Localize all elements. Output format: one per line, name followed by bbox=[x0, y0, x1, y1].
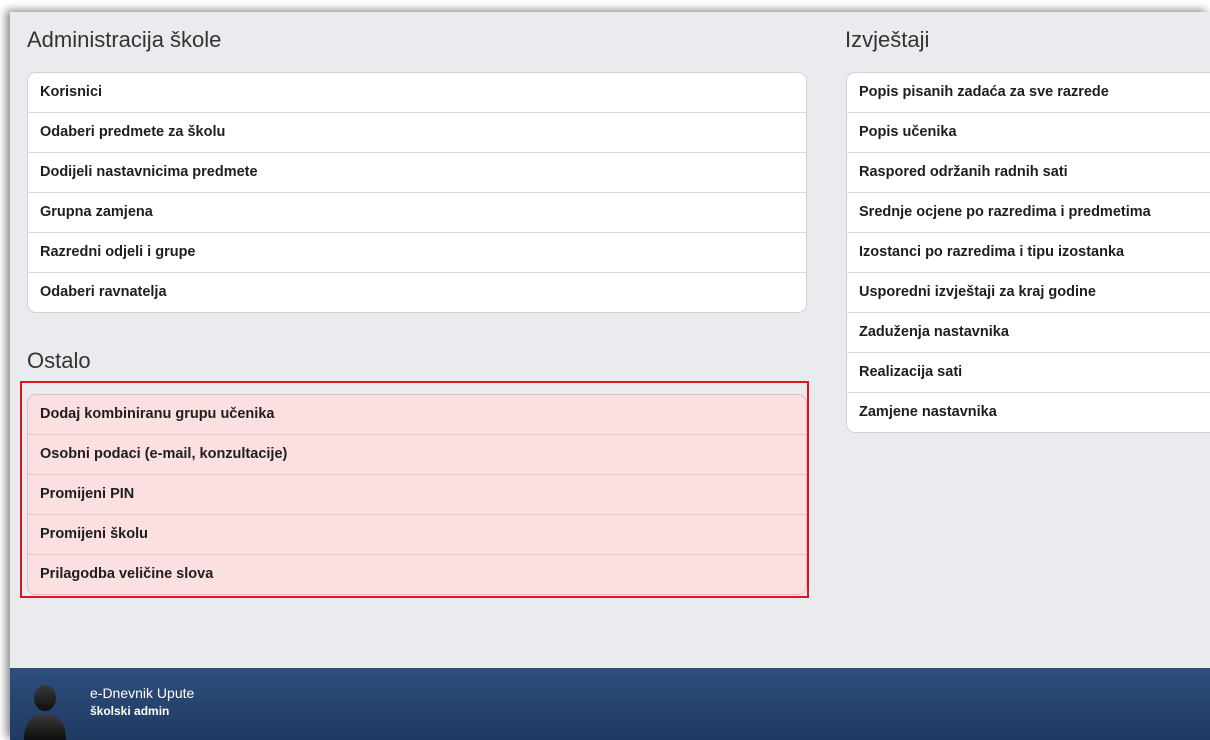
ostalo-item-promijeni-skolu[interactable]: Promijeni školu bbox=[28, 515, 806, 555]
report-item-zamjene-nastavnika[interactable]: Zamjene nastavnika bbox=[847, 393, 1210, 432]
report-item-realizacija-sati[interactable]: Realizacija sati bbox=[847, 353, 1210, 393]
admin-item-dodijeli-predmete[interactable]: Dodijeli nastavnicima predmete bbox=[28, 153, 806, 193]
reports-menu-list: Popis pisanih zadaća za sve razrede Popi… bbox=[846, 72, 1210, 433]
ostalo-menu-list: Dodaj kombiniranu grupu učenika Osobni p… bbox=[27, 394, 807, 595]
report-item-zaduzenja[interactable]: Zaduženja nastavnika bbox=[847, 313, 1210, 353]
ostalo-item-kombinirana-grupa[interactable]: Dodaj kombiniranu grupu učenika bbox=[28, 395, 806, 435]
admin-item-odaberi-ravnatelja[interactable]: Odaberi ravnatelja bbox=[28, 273, 806, 312]
ostalo-item-osobni-podaci[interactable]: Osobni podaci (e-mail, konzultacije) bbox=[28, 435, 806, 475]
report-item-usporedni-izvjestaji[interactable]: Usporedni izvještaji za kraj godine bbox=[847, 273, 1210, 313]
main-panel: Administracija škole Korisnici Odaberi p… bbox=[10, 12, 1210, 740]
admin-item-grupna-zamjena[interactable]: Grupna zamjena bbox=[28, 193, 806, 233]
report-item-pisane-zadace[interactable]: Popis pisanih zadaća za sve razrede bbox=[847, 73, 1210, 113]
admin-item-odaberi-predmete[interactable]: Odaberi predmete za školu bbox=[28, 113, 806, 153]
admin-item-razredni-odjeli[interactable]: Razredni odjeli i grupe bbox=[28, 233, 806, 273]
user-avatar-icon[interactable] bbox=[22, 682, 68, 740]
ostalo-item-promijeni-pin[interactable]: Promijeni PIN bbox=[28, 475, 806, 515]
admin-section-title: Administracija škole bbox=[27, 27, 222, 52]
user-role-label: školski admin bbox=[90, 704, 170, 718]
footer-bar: e-Dnevnik Upute školski admin bbox=[10, 668, 1210, 740]
ostalo-section-title: Ostalo bbox=[27, 348, 91, 373]
report-item-raspored-sati[interactable]: Raspored održanih radnih sati bbox=[847, 153, 1210, 193]
report-item-srednje-ocjene[interactable]: Srednje ocjene po razredima i predmetima bbox=[847, 193, 1210, 233]
report-item-izostanci[interactable]: Izostanci po razredima i tipu izostanka bbox=[847, 233, 1210, 273]
admin-menu-list: Korisnici Odaberi predmete za školu Dodi… bbox=[27, 72, 807, 313]
report-item-popis-ucenika[interactable]: Popis učenika bbox=[847, 113, 1210, 153]
app-name-label: e-Dnevnik Upute bbox=[90, 685, 195, 701]
reports-section-title: Izvještaji bbox=[845, 27, 930, 52]
admin-item-korisnici[interactable]: Korisnici bbox=[28, 73, 806, 113]
ostalo-item-velicina-slova[interactable]: Prilagodba veličine slova bbox=[28, 555, 806, 594]
